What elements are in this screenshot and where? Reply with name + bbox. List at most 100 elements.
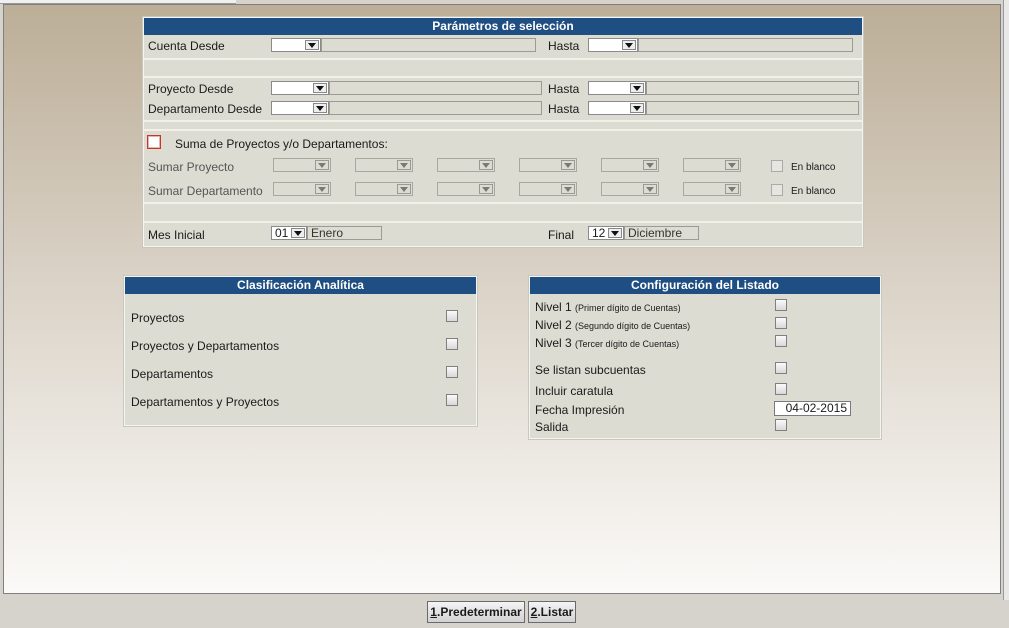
- sumar-proyecto-combo-5[interactable]: [601, 158, 659, 172]
- departamento-hasta-combo[interactable]: [588, 101, 646, 115]
- clasificacion-title: Clasificación Analítica: [125, 277, 476, 294]
- subcuentas-checkbox[interactable]: [775, 362, 787, 374]
- proyecto-hasta-label: Hasta: [548, 82, 580, 96]
- nivel3-note: (Tercer dígito de Cuentas): [575, 339, 680, 349]
- separator: [144, 202, 862, 204]
- sumar-proyecto-combo-4[interactable]: [519, 158, 577, 172]
- salida-checkbox[interactable]: [775, 419, 787, 431]
- seleccion-title: Parámetros de selección: [144, 18, 862, 35]
- departamento-hasta-label: Hasta: [548, 102, 580, 116]
- clasificacion-checkbox[interactable]: [446, 338, 458, 350]
- clasificacion-checkbox[interactable]: [446, 310, 458, 322]
- chevron-down-icon[interactable]: [622, 40, 636, 50]
- suma-checkbox[interactable]: [147, 135, 161, 149]
- clasificacion-item: Proyectos y Departamentos: [131, 339, 280, 353]
- mes-inicial-label: Mes Inicial: [148, 228, 205, 242]
- cuenta-hasta-desc: [638, 38, 853, 52]
- fecha-impresion-input[interactable]: 04-02-2015: [774, 401, 851, 416]
- vertical-scrollbar[interactable]: [1003, 0, 1009, 600]
- chevron-down-icon[interactable]: [643, 184, 657, 194]
- separator: [144, 120, 862, 122]
- chevron-down-icon[interactable]: [561, 160, 575, 170]
- nivel3-checkbox[interactable]: [775, 335, 787, 347]
- sumar-proyecto-combo-6[interactable]: [683, 158, 741, 172]
- clasificacion-item: Departamentos y Proyectos: [131, 395, 280, 409]
- departamento-desde-combo[interactable]: [271, 101, 329, 115]
- clasificacion-checkbox[interactable]: [446, 394, 458, 406]
- proyecto-hasta-combo[interactable]: [588, 81, 646, 95]
- separator: [144, 221, 862, 223]
- chevron-down-icon[interactable]: [479, 184, 493, 194]
- proyecto-hasta-desc: [646, 81, 859, 95]
- nivel2-text: Nivel 2: [535, 318, 572, 332]
- nivel1-label: Nivel 1 (Primer dígito de Cuentas): [535, 300, 681, 315]
- sumar-departamento-combo-4[interactable]: [519, 182, 577, 196]
- chevron-down-icon[interactable]: [313, 83, 327, 93]
- separator: [144, 58, 862, 60]
- cuenta-hasta-combo[interactable]: [588, 38, 638, 52]
- chevron-down-icon[interactable]: [479, 160, 493, 170]
- chevron-down-icon[interactable]: [643, 160, 657, 170]
- final-label: Final: [548, 228, 575, 242]
- clasificacion-item: Proyectos: [131, 311, 185, 325]
- chevron-down-icon[interactable]: [397, 184, 411, 194]
- proyecto-desde-combo[interactable]: [271, 81, 329, 95]
- caratula-checkbox[interactable]: [775, 383, 787, 395]
- chevron-down-icon[interactable]: [608, 228, 622, 238]
- proyecto-desde-desc: [329, 81, 542, 95]
- mes-inicial-value: 01: [275, 226, 289, 240]
- clasificacion-checkbox[interactable]: [446, 366, 458, 378]
- sumar-departamento-combo-3[interactable]: [437, 182, 495, 196]
- nivel1-checkbox[interactable]: [775, 299, 787, 311]
- departamento-hasta-desc: [646, 101, 859, 115]
- sumar-departamento-combo-1[interactable]: [273, 182, 331, 196]
- chevron-down-icon[interactable]: [313, 103, 327, 113]
- suma-label: Suma de Proyectos y/o Departamentos:: [175, 137, 388, 151]
- listar-button[interactable]: 2.Listar: [528, 601, 576, 623]
- nivel3-text: Nivel 3: [535, 336, 572, 350]
- chevron-down-icon[interactable]: [725, 160, 739, 170]
- clasificacion-item: Departamentos: [131, 367, 214, 381]
- chevron-down-icon[interactable]: [630, 103, 644, 113]
- chevron-down-icon[interactable]: [291, 228, 305, 238]
- chevron-down-icon[interactable]: [725, 184, 739, 194]
- listar-label: .Listar: [537, 605, 574, 619]
- nivel2-checkbox[interactable]: [775, 317, 787, 329]
- cuenta-desde-desc: [321, 38, 536, 52]
- departamento-desde-desc: [329, 101, 542, 115]
- proyecto-en-blanco-label: En blanco: [791, 162, 836, 173]
- chevron-down-icon[interactable]: [561, 184, 575, 194]
- sumar-proyecto-combo-3[interactable]: [437, 158, 495, 172]
- predeterminar-label: .Predeterminar: [436, 605, 522, 619]
- chevron-down-icon[interactable]: [315, 160, 329, 170]
- salida-label: Salida: [535, 420, 569, 434]
- sumar-departamento-combo-2[interactable]: [355, 182, 413, 196]
- sumar-departamento-combo-5[interactable]: [601, 182, 659, 196]
- caratula-label: Incluir caratula: [535, 384, 614, 398]
- predeterminar-button[interactable]: 1.Predeterminar: [427, 601, 525, 623]
- seleccion-panel: Parámetros de selección Cuenta Desde Has…: [143, 17, 863, 247]
- nivel1-note: (Primer dígito de Cuentas): [575, 303, 681, 313]
- proyecto-en-blanco-checkbox[interactable]: [771, 160, 783, 172]
- mes-final-value: 12: [592, 226, 606, 240]
- sumar-proyecto-combo-1[interactable]: [273, 158, 331, 172]
- chevron-down-icon[interactable]: [630, 83, 644, 93]
- chevron-down-icon[interactable]: [315, 184, 329, 194]
- separator: [144, 76, 862, 78]
- proyecto-desde-label: Proyecto Desde: [148, 82, 234, 96]
- cuenta-hasta-label: Hasta: [548, 39, 580, 53]
- sumar-departamento-combo-6[interactable]: [683, 182, 741, 196]
- predeterminar-shortcut: 1: [430, 605, 437, 619]
- departamento-en-blanco-checkbox[interactable]: [771, 184, 783, 196]
- chevron-down-icon[interactable]: [397, 160, 411, 170]
- mes-final-nombre: Diciembre: [624, 226, 699, 240]
- mes-final-combo[interactable]: 12: [588, 226, 624, 240]
- cuenta-desde-combo[interactable]: [271, 38, 321, 52]
- clasificacion-panel: Clasificación Analítica Proyectos Proyec…: [124, 276, 477, 426]
- departamento-en-blanco-label: En blanco: [791, 186, 836, 197]
- nivel1-text: Nivel 1: [535, 300, 572, 314]
- chevron-down-icon[interactable]: [305, 40, 319, 50]
- mes-inicial-combo[interactable]: 01: [271, 226, 307, 240]
- sumar-proyecto-combo-2[interactable]: [355, 158, 413, 172]
- nivel2-note: (Segundo dígito de Cuentas): [575, 321, 691, 331]
